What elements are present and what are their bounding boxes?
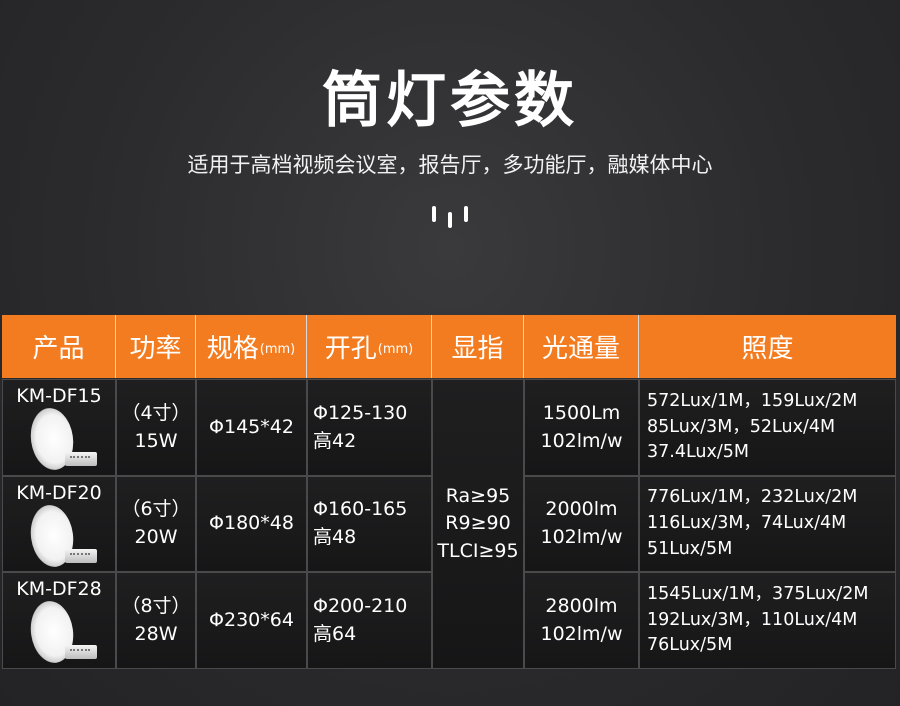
driver-image [65, 549, 97, 563]
flux-efficacy: 102lm/w [540, 526, 623, 548]
header-product: 产品 [2, 315, 116, 378]
tick-mark [448, 212, 452, 228]
lux-line: 776Lux/1M，232Lux/2M [647, 487, 858, 508]
cutout-diameter: Φ160-165 [313, 498, 408, 521]
flux-cell: 2000lm 102lm/w [524, 476, 639, 572]
decorative-ticks [432, 206, 472, 230]
power-cell: （4寸） 15W [116, 379, 196, 476]
header-spec-label: 规格 [206, 334, 259, 364]
lux-line: 76Lux/5M [647, 635, 733, 656]
header-power-label: 功率 [129, 334, 182, 364]
header-spec: 规格 (mm) [196, 315, 307, 378]
cutout-cell: Φ160-165 高48 [307, 476, 432, 572]
product-cell: KM-DF20 [2, 476, 116, 572]
cutout-height: 高48 [313, 526, 357, 548]
lux-line: 192Lux/3M，110Lux/4M [647, 609, 858, 630]
header-illuminance-label: 照度 [741, 334, 794, 364]
cri-tlci: TLCI≥95 [437, 539, 519, 562]
header-flux-label: 光通量 [541, 334, 620, 364]
tick-mark [464, 206, 468, 222]
cutout-cell: Φ125-130 高42 [307, 379, 432, 476]
product-cell: KM-DF15 [2, 379, 116, 476]
spec-value: Φ230*64 [209, 608, 294, 631]
header-illuminance: 照度 [639, 315, 896, 378]
spec-value: Φ180*48 [209, 512, 294, 535]
header-cri: 显指 [432, 315, 524, 378]
header-cutout: 开孔 (mm) [307, 315, 432, 378]
spec-cell: Φ230*64 [196, 572, 307, 669]
spec-cell: Φ145*42 [196, 379, 307, 476]
page-subtitle: 适用于高档视频会议室，报告厅，多功能厅，融媒体中心 [187, 153, 713, 177]
illuminance-cell: 572Lux/1M，159Lux/2M 85Lux/3M，52Lux/4M 37.4… [639, 379, 896, 476]
header-flux: 光通量 [524, 315, 639, 378]
spec-table: 产品 功率 规格 (mm) 开孔 (mm) 显指 光通量 照度 KM-DF15 （4… [2, 315, 896, 670]
flux-lumen: 1500Lm [542, 401, 621, 424]
cutout-diameter: Φ200-210 [313, 594, 408, 617]
spec-cell: Φ180*48 [196, 476, 307, 572]
header-cutout-label: 开孔 [324, 334, 377, 364]
lux-line: 572Lux/1M，159Lux/2M [647, 390, 858, 411]
flux-lumen: 2000lm [545, 498, 618, 521]
power-cell: （8寸） 28W [116, 572, 196, 669]
header-power: 功率 [116, 315, 196, 378]
header-cutout-unit: (mm) [377, 342, 414, 357]
lux-line: 51Lux/5M [647, 538, 733, 559]
product-name: KM-DF15 [16, 385, 102, 407]
flux-efficacy: 102lm/w [540, 429, 623, 452]
power-size: （4寸） [121, 401, 191, 424]
cri-ra: Ra≥95 [445, 484, 511, 507]
flux-efficacy: 102lm/w [540, 622, 623, 645]
power-size: （6寸） [121, 498, 191, 521]
lux-line: 1545Lux/1M，375Lux/2M [647, 583, 869, 604]
cri-r9: R9≥90 [445, 512, 511, 535]
driver-image [65, 452, 97, 466]
cri-cell: Ra≥95 R9≥90 TLCI≥95 [432, 379, 524, 669]
illuminance-cell: 1545Lux/1M，375Lux/2M 192Lux/3M，110Lux/4M 7… [639, 572, 896, 669]
header-product-label: 产品 [32, 334, 85, 364]
cutout-diameter: Φ125-130 [313, 401, 408, 424]
lux-line: 37.4Lux/5M [647, 442, 749, 463]
cutout-height: 高64 [313, 622, 357, 645]
tick-mark [432, 206, 436, 222]
header-spec-unit: (mm) [259, 342, 296, 357]
lux-line: 85Lux/3M，52Lux/4M [647, 416, 836, 437]
flux-cell: 1500Lm 102lm/w [524, 379, 639, 476]
product-cell: KM-DF28 [2, 572, 116, 669]
spec-value: Φ145*42 [209, 415, 294, 438]
illuminance-cell: 776Lux/1M，232Lux/2M 116Lux/3M，74Lux/4M 51L… [639, 476, 896, 572]
power-cell: （6寸） 20W [116, 476, 196, 572]
power-watt: 20W [134, 526, 178, 548]
header-cri-label: 显指 [451, 334, 504, 364]
cutout-cell: Φ200-210 高64 [307, 572, 432, 669]
power-watt: 28W [134, 622, 178, 645]
product-name: KM-DF20 [16, 482, 102, 504]
driver-image [65, 645, 97, 659]
cutout-height: 高42 [313, 429, 357, 452]
power-watt: 15W [134, 429, 178, 452]
flux-cell: 2800lm 102lm/w [524, 572, 639, 669]
flux-lumen: 2800lm [545, 594, 618, 617]
page-title: 筒灯参数 [322, 66, 578, 136]
product-name: KM-DF28 [16, 578, 102, 600]
lux-line: 116Lux/3M，74Lux/4M [647, 513, 847, 534]
power-size: （8寸） [121, 594, 191, 617]
